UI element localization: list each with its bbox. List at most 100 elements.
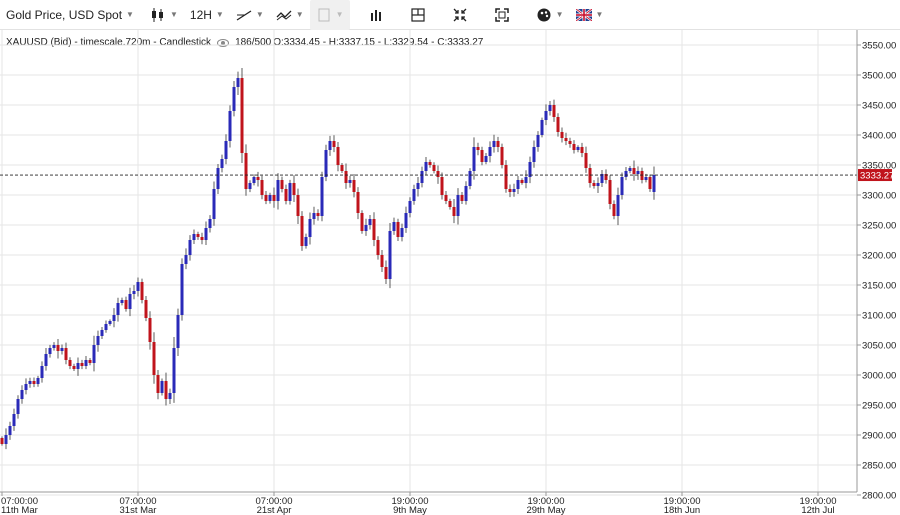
- y-tick-label: 3350.00: [862, 161, 896, 172]
- candlestick-chart[interactable]: 3333.27 2800.00 2850.00 2900.00 2950.00 3000…: [0, 30, 900, 515]
- indicators-button[interactable]: ▼: [270, 0, 310, 30]
- candle-body: [272, 195, 276, 201]
- candle-body: [248, 183, 252, 189]
- candle-body: [620, 177, 624, 195]
- candle-body: [420, 171, 424, 183]
- candle-body: [588, 168, 592, 183]
- candle-body: [348, 180, 352, 183]
- candle-body: [596, 183, 600, 186]
- candle-body: [252, 177, 256, 183]
- candle-body: [12, 414, 16, 426]
- candle-body: [580, 147, 584, 153]
- candle-body: [132, 291, 136, 294]
- candle-body: [260, 180, 264, 195]
- candle-body: [20, 390, 24, 399]
- candle-body: [384, 267, 388, 279]
- y-tick-label: 3500.00: [862, 71, 896, 82]
- candle-body: [564, 138, 568, 141]
- candle-body: [156, 375, 160, 393]
- candle-body: [124, 300, 128, 309]
- grid-lines: [0, 30, 857, 496]
- candle-body: [568, 141, 572, 144]
- uk-flag-icon: [575, 8, 592, 21]
- candle-body: [480, 150, 484, 162]
- candle-body: [452, 207, 456, 216]
- x-tick-date: 21st Apr: [257, 505, 292, 515]
- candle-body: [544, 111, 548, 120]
- candle-body: [464, 186, 468, 201]
- candle-body: [552, 105, 556, 117]
- candle-body: [120, 300, 124, 303]
- candle-body: [28, 381, 32, 384]
- x-tick-date: 12th Jul: [801, 505, 834, 515]
- candle-body: [152, 342, 156, 375]
- candle-body: [364, 225, 368, 231]
- candle-body: [112, 315, 116, 321]
- candle-body: [256, 177, 260, 180]
- chevron-down-icon: ▼: [335, 10, 344, 19]
- candle-body: [476, 147, 480, 150]
- candle-body: [512, 189, 516, 192]
- instrument-selector[interactable]: Gold Price, USD Spot ▼: [0, 0, 140, 30]
- fullscreen-button[interactable]: [488, 0, 516, 30]
- trendline-icon: [236, 9, 252, 21]
- candle-body: [52, 345, 56, 348]
- layout-button[interactable]: [404, 0, 432, 30]
- candle-body: [404, 213, 408, 228]
- candle-body: [240, 78, 244, 153]
- candle-body: [436, 171, 440, 177]
- candle-body: [164, 381, 168, 399]
- candle-body: [296, 195, 300, 216]
- candle-body: [612, 204, 616, 216]
- candle-body: [608, 180, 612, 204]
- candle-body: [628, 168, 632, 171]
- candle-body: [160, 381, 164, 393]
- language-selector[interactable]: ▼: [570, 0, 610, 30]
- candle-body: [76, 363, 80, 369]
- y-tick-label: 3550.00: [862, 41, 896, 52]
- candle-body: [340, 165, 344, 171]
- candle-body: [536, 135, 540, 147]
- x-tick-date: 18th Jun: [664, 505, 700, 515]
- candle-body: [140, 282, 144, 300]
- candle-body: [108, 321, 112, 324]
- candle-body: [616, 195, 620, 216]
- candle-body: [300, 216, 304, 246]
- volume-button[interactable]: [362, 0, 390, 30]
- y-tick-label: 3200.00: [862, 251, 896, 262]
- theme-selector[interactable]: ▼: [530, 0, 570, 30]
- candle-body: [64, 348, 68, 360]
- candle-body: [72, 366, 76, 369]
- candle-body: [284, 189, 288, 201]
- x-tick-date: 11th Mar: [1, 505, 38, 515]
- candle-body: [32, 381, 36, 384]
- candle-body: [104, 324, 108, 330]
- candle-body: [128, 294, 132, 309]
- candle-body: [144, 300, 148, 318]
- candle-body: [92, 345, 96, 363]
- y-tick-label: 2900.00: [862, 431, 896, 442]
- y-tick-label: 3400.00: [862, 131, 896, 142]
- candle-body: [372, 219, 376, 240]
- candle-body: [396, 222, 400, 237]
- chevron-down-icon: ▼: [215, 10, 224, 19]
- candle-body: [276, 180, 280, 201]
- interval-label: 12H: [189, 7, 212, 22]
- candle-body: [4, 435, 8, 444]
- candle-body: [228, 111, 232, 141]
- shape-tool-button[interactable]: ▼: [309, 0, 350, 30]
- candle-body: [560, 132, 564, 138]
- candle-body: [232, 87, 236, 111]
- candle-body: [24, 384, 28, 390]
- candle-body: [408, 201, 412, 213]
- candle-body: [592, 183, 596, 186]
- candle-body: [484, 156, 488, 162]
- fit-screen-button[interactable]: [446, 0, 474, 30]
- candle-body: [48, 348, 52, 354]
- y-tick-label: 3050.00: [862, 341, 896, 352]
- candle-body: [84, 360, 88, 366]
- chart-type-selector[interactable]: ▼: [144, 0, 184, 30]
- candle-body: [224, 141, 228, 159]
- drawing-tools-button[interactable]: ▼: [230, 0, 270, 30]
- interval-selector[interactable]: 12H ▼: [184, 0, 230, 30]
